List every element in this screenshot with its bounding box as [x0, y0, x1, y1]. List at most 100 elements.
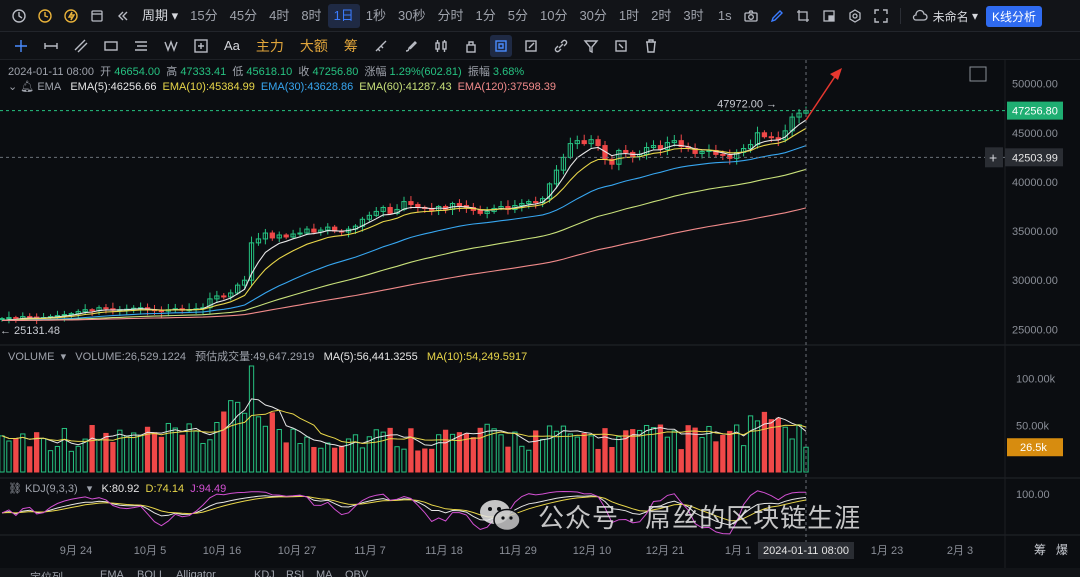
- volume-bar: [581, 432, 587, 473]
- seconds-toggle[interactable]: 1s: [712, 4, 738, 28]
- indicator-tab-7[interactable]: OBV: [345, 569, 368, 577]
- filter-icon[interactable]: [580, 35, 602, 57]
- volume-bar: [699, 437, 705, 473]
- chip-button[interactable]: 筹: [344, 36, 358, 56]
- link-icon[interactable]: [550, 35, 572, 57]
- layout-name-dropdown[interactable]: 未命名 ▾: [907, 7, 978, 25]
- volume-bar: [200, 442, 206, 473]
- volume-label[interactable]: VOLUME: [8, 351, 54, 363]
- x-tick: 1月 1: [725, 545, 751, 557]
- volume-bar: [761, 411, 768, 473]
- sync-icon[interactable]: [610, 35, 632, 57]
- kdj-tick: 100.00: [1016, 489, 1050, 501]
- volume-bar: [539, 438, 546, 473]
- clock-icon[interactable]: [36, 7, 54, 25]
- chevron-down-icon[interactable]: ⌄: [8, 81, 17, 93]
- candle: [623, 149, 629, 153]
- indicator-tab-4[interactable]: KDJ: [254, 569, 275, 577]
- ema-value-1: EMA(10):45384.99: [162, 81, 255, 93]
- volume-bar: [110, 441, 116, 473]
- candle: [456, 203, 463, 207]
- volume-bar: [408, 428, 414, 473]
- volume-bar: [235, 401, 241, 473]
- fullscreen-icon[interactable]: [872, 7, 890, 25]
- kdj-label[interactable]: KDJ(9,3,3): [25, 483, 78, 495]
- timeframe-12[interactable]: 1时: [613, 4, 645, 28]
- ruler-icon[interactable]: [370, 35, 392, 57]
- timeframe-1[interactable]: 45分: [224, 4, 263, 28]
- indicator-tab-6[interactable]: MA: [316, 569, 333, 577]
- crosshair-icon[interactable]: [10, 35, 32, 57]
- expand-icon[interactable]: [969, 66, 987, 82]
- timeframe-4[interactable]: 1日: [327, 3, 360, 28]
- big-order-button[interactable]: 大额: [300, 36, 328, 56]
- volume-bar: [359, 447, 366, 473]
- camera-icon[interactable]: [742, 7, 760, 25]
- ema-label[interactable]: EMA: [37, 81, 61, 93]
- volume-bar: [255, 416, 262, 473]
- settings-icon[interactable]: [846, 7, 864, 25]
- volume-bar: [637, 429, 643, 473]
- indicator-tab-5[interactable]: RSI: [286, 569, 304, 577]
- bell-icon[interactable]: 🔔︎: [20, 81, 34, 93]
- timeframe-3[interactable]: 8时: [295, 4, 327, 28]
- lock-icon[interactable]: [460, 35, 482, 57]
- open-label: 开: [100, 66, 112, 78]
- candle: [387, 206, 393, 214]
- trash-icon[interactable]: [640, 35, 662, 57]
- indicator-tab-2[interactable]: BOLL: [137, 569, 165, 577]
- main-force-button[interactable]: 主力: [256, 36, 284, 56]
- timeframe-9[interactable]: 5分: [502, 4, 534, 28]
- timeframe-11[interactable]: 30分: [573, 4, 612, 28]
- timeframe-10[interactable]: 10分: [534, 4, 573, 28]
- template-icon[interactable]: [820, 7, 838, 25]
- volume-bar: [740, 445, 747, 473]
- magnet-icon[interactable]: [489, 34, 512, 57]
- change-value: 1.29%(602.81): [389, 66, 462, 78]
- timeframe-7[interactable]: 分时: [432, 4, 470, 28]
- volume-bar: [429, 448, 435, 473]
- timeframe-0[interactable]: 15分: [184, 4, 223, 28]
- timeframe-8[interactable]: 1分: [470, 4, 502, 28]
- wave-icon[interactable]: [160, 35, 182, 57]
- axis-tool-0[interactable]: 筹: [1034, 543, 1046, 557]
- horizontal-line-icon[interactable]: [40, 35, 62, 57]
- timeframe-14[interactable]: 3时: [677, 4, 709, 28]
- pen-icon[interactable]: [768, 7, 786, 25]
- flash-icon[interactable]: [62, 7, 80, 25]
- candle-icon[interactable]: [430, 35, 452, 57]
- volume-bar: [103, 432, 109, 473]
- timeframe-5[interactable]: 1秒: [360, 4, 392, 28]
- chevron-down-icon[interactable]: ▾: [58, 351, 73, 363]
- indicator-tab-1[interactable]: EMA: [100, 569, 124, 577]
- text-tool[interactable]: Aa: [224, 38, 240, 53]
- volume-bar: [588, 435, 594, 473]
- back-icon[interactable]: [114, 7, 132, 25]
- fib-icon[interactable]: [130, 35, 152, 57]
- ohlc-legend: 2024-01-11 08:00 开 46654.00 高 47333.41 低…: [8, 63, 524, 79]
- brush-icon[interactable]: [400, 35, 422, 57]
- axis-tool-1[interactable]: 爆: [1056, 543, 1068, 557]
- measure-icon[interactable]: [190, 35, 212, 57]
- kline-analysis-button[interactable]: K线分析: [985, 5, 1042, 27]
- indicator-tab-3[interactable]: Alligator: [176, 569, 216, 577]
- timeframe-6[interactable]: 30秒: [392, 4, 431, 28]
- period-dropdown[interactable]: 周期 ▾: [136, 4, 184, 28]
- calendar-icon[interactable]: [88, 7, 106, 25]
- x-tick: 1月 23: [871, 545, 903, 557]
- note-icon[interactable]: [520, 35, 542, 57]
- rectangle-icon[interactable]: [100, 35, 122, 57]
- volume-bar: [304, 436, 310, 473]
- link-icon[interactable]: ⛓︎: [8, 483, 22, 495]
- volume-bar: [643, 424, 650, 473]
- timeframe-13[interactable]: 2时: [645, 4, 677, 28]
- volume-bar: [782, 426, 788, 473]
- trend-line-icon[interactable]: [70, 35, 92, 57]
- volume-bar: [380, 431, 386, 473]
- grid-icon[interactable]: [10, 7, 28, 25]
- crop-icon[interactable]: [794, 7, 812, 25]
- chevron-down-icon[interactable]: ▾: [87, 483, 99, 495]
- plus-icon[interactable]: +: [989, 149, 997, 165]
- indicator-tab-0[interactable]: 定位列: [30, 569, 63, 577]
- timeframe-2[interactable]: 4时: [263, 4, 295, 28]
